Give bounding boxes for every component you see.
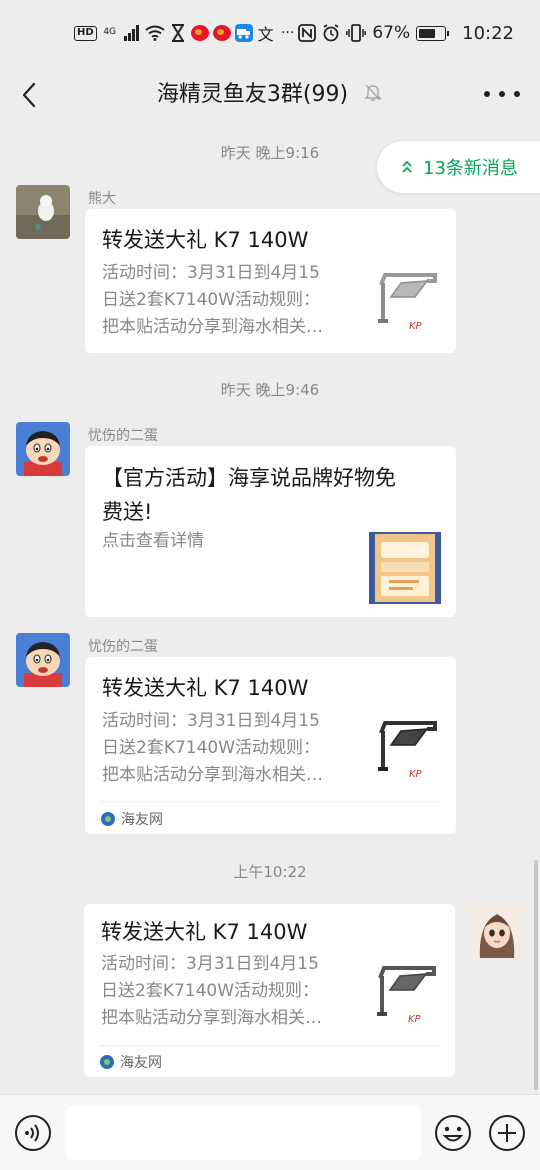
- new-messages-button[interactable]: 13条新消息: [376, 140, 540, 194]
- card-description: 活动时间：3月31日到4月15 日送2套K7140W活动规则： 把本贴活动分享到…: [101, 954, 322, 1028]
- avatar-image: [470, 904, 524, 958]
- link-card-self[interactable]: 转发送大礼 K7 140W 活动时间：3月31日到4月15 日送2套K7140W…: [84, 904, 455, 1077]
- card-title: 转发送大礼 K7 140W: [102, 228, 309, 252]
- thumb-logo-text: KP: [409, 321, 423, 332]
- translate-icon: 文: [257, 25, 274, 44]
- app-notification-icon: [234, 24, 253, 42]
- avatar-image: [16, 185, 70, 239]
- vibrate-icon: [346, 23, 367, 43]
- product-thumbnail: KP: [372, 960, 444, 1032]
- timestamp: 昨天 晚上9:46: [220, 381, 320, 399]
- battery-fill: [419, 28, 436, 38]
- voice-input-button[interactable]: [14, 1114, 52, 1152]
- avatar[interactable]: [16, 422, 70, 476]
- more-options-button[interactable]: [484, 76, 520, 112]
- promo-thumbnail: [369, 532, 441, 604]
- message-input[interactable]: [66, 1106, 421, 1160]
- wifi-icon: [145, 23, 165, 43]
- thumb-logo-text: KP: [409, 769, 423, 780]
- weibo-icon: [190, 25, 209, 41]
- emoji-icon: [435, 1115, 471, 1151]
- hd-icon: HD: [74, 25, 97, 41]
- source-name: 海友网: [120, 1055, 162, 1071]
- nfc-icon: [298, 23, 317, 43]
- sender-name: 忧伤的二蛋: [88, 639, 158, 655]
- card-source: 海友网: [101, 809, 163, 829]
- link-card[interactable]: 转发送大礼 K7 140W 活动时间：3月31日到4月15 日送2套K7140W…: [85, 657, 456, 834]
- product-thumbnail: KP: [373, 267, 445, 339]
- alarm-icon: [322, 23, 340, 43]
- scrollbar[interactable]: [534, 860, 538, 1090]
- avatar[interactable]: [16, 633, 70, 687]
- double-chevron-up-icon: [402, 160, 412, 173]
- chat-title: 海精灵鱼友3群(99): [156, 82, 349, 107]
- source-name: 海友网: [121, 812, 163, 828]
- plus-icon: [489, 1115, 525, 1151]
- product-thumbnail: KP: [373, 715, 445, 787]
- input-bar: [0, 1094, 540, 1170]
- muted-bell-icon: [364, 84, 382, 102]
- clock: 10:22: [462, 22, 514, 44]
- link-card[interactable]: 转发送大礼 K7 140W 活动时间：3月31日到4月15 日送2套K7140W…: [85, 209, 456, 353]
- card-title: 转发送大礼 K7 140W: [101, 920, 308, 944]
- more-notifications-icon: ···: [280, 25, 295, 41]
- timestamp: 上午10:22: [233, 863, 307, 881]
- thumb-logo-text: KP: [408, 1014, 422, 1025]
- card-source: 海友网: [100, 1052, 162, 1072]
- battery-percent: 67%: [372, 23, 411, 43]
- weibo-icon-2: [212, 25, 231, 41]
- battery-icon: [416, 25, 450, 41]
- chat-header: 海精灵鱼友3群(99): [0, 66, 540, 122]
- more-actions-button[interactable]: [488, 1114, 526, 1152]
- avatar-image: [16, 422, 70, 476]
- avatar[interactable]: [16, 185, 70, 239]
- source-logo-icon: [101, 812, 115, 826]
- card-divider: [101, 801, 440, 802]
- card-divider: [100, 1045, 439, 1046]
- avatar-image: [16, 633, 70, 687]
- status-bar: HD 4G 文 ··· 67% 10:22: [0, 0, 540, 66]
- signal-icon: [123, 23, 141, 43]
- my-avatar[interactable]: [470, 904, 524, 958]
- emoji-button[interactable]: [434, 1114, 472, 1152]
- card-description: 点击查看详情: [102, 531, 204, 551]
- card-title: 转发送大礼 K7 140W: [102, 676, 309, 700]
- voice-icon: [15, 1115, 51, 1151]
- hourglass-icon: [169, 23, 187, 43]
- network-type: 4G: [103, 27, 117, 37]
- card-title: 【官方活动】海享说品牌好物免 费送!: [102, 466, 396, 524]
- new-messages-label: 13条新消息: [423, 158, 518, 179]
- card-description: 活动时间：3月31日到4月15 日送2套K7140W活动规则： 把本贴活动分享到…: [102, 263, 323, 337]
- link-card[interactable]: 【官方活动】海享说品牌好物免 费送! 点击查看详情: [85, 446, 456, 617]
- source-logo-icon: [100, 1055, 114, 1069]
- sender-name: 熊大: [88, 191, 116, 207]
- card-description: 活动时间：3月31日到4月15 日送2套K7140W活动规则： 把本贴活动分享到…: [102, 711, 323, 785]
- sender-name: 忧伤的二蛋: [88, 428, 158, 444]
